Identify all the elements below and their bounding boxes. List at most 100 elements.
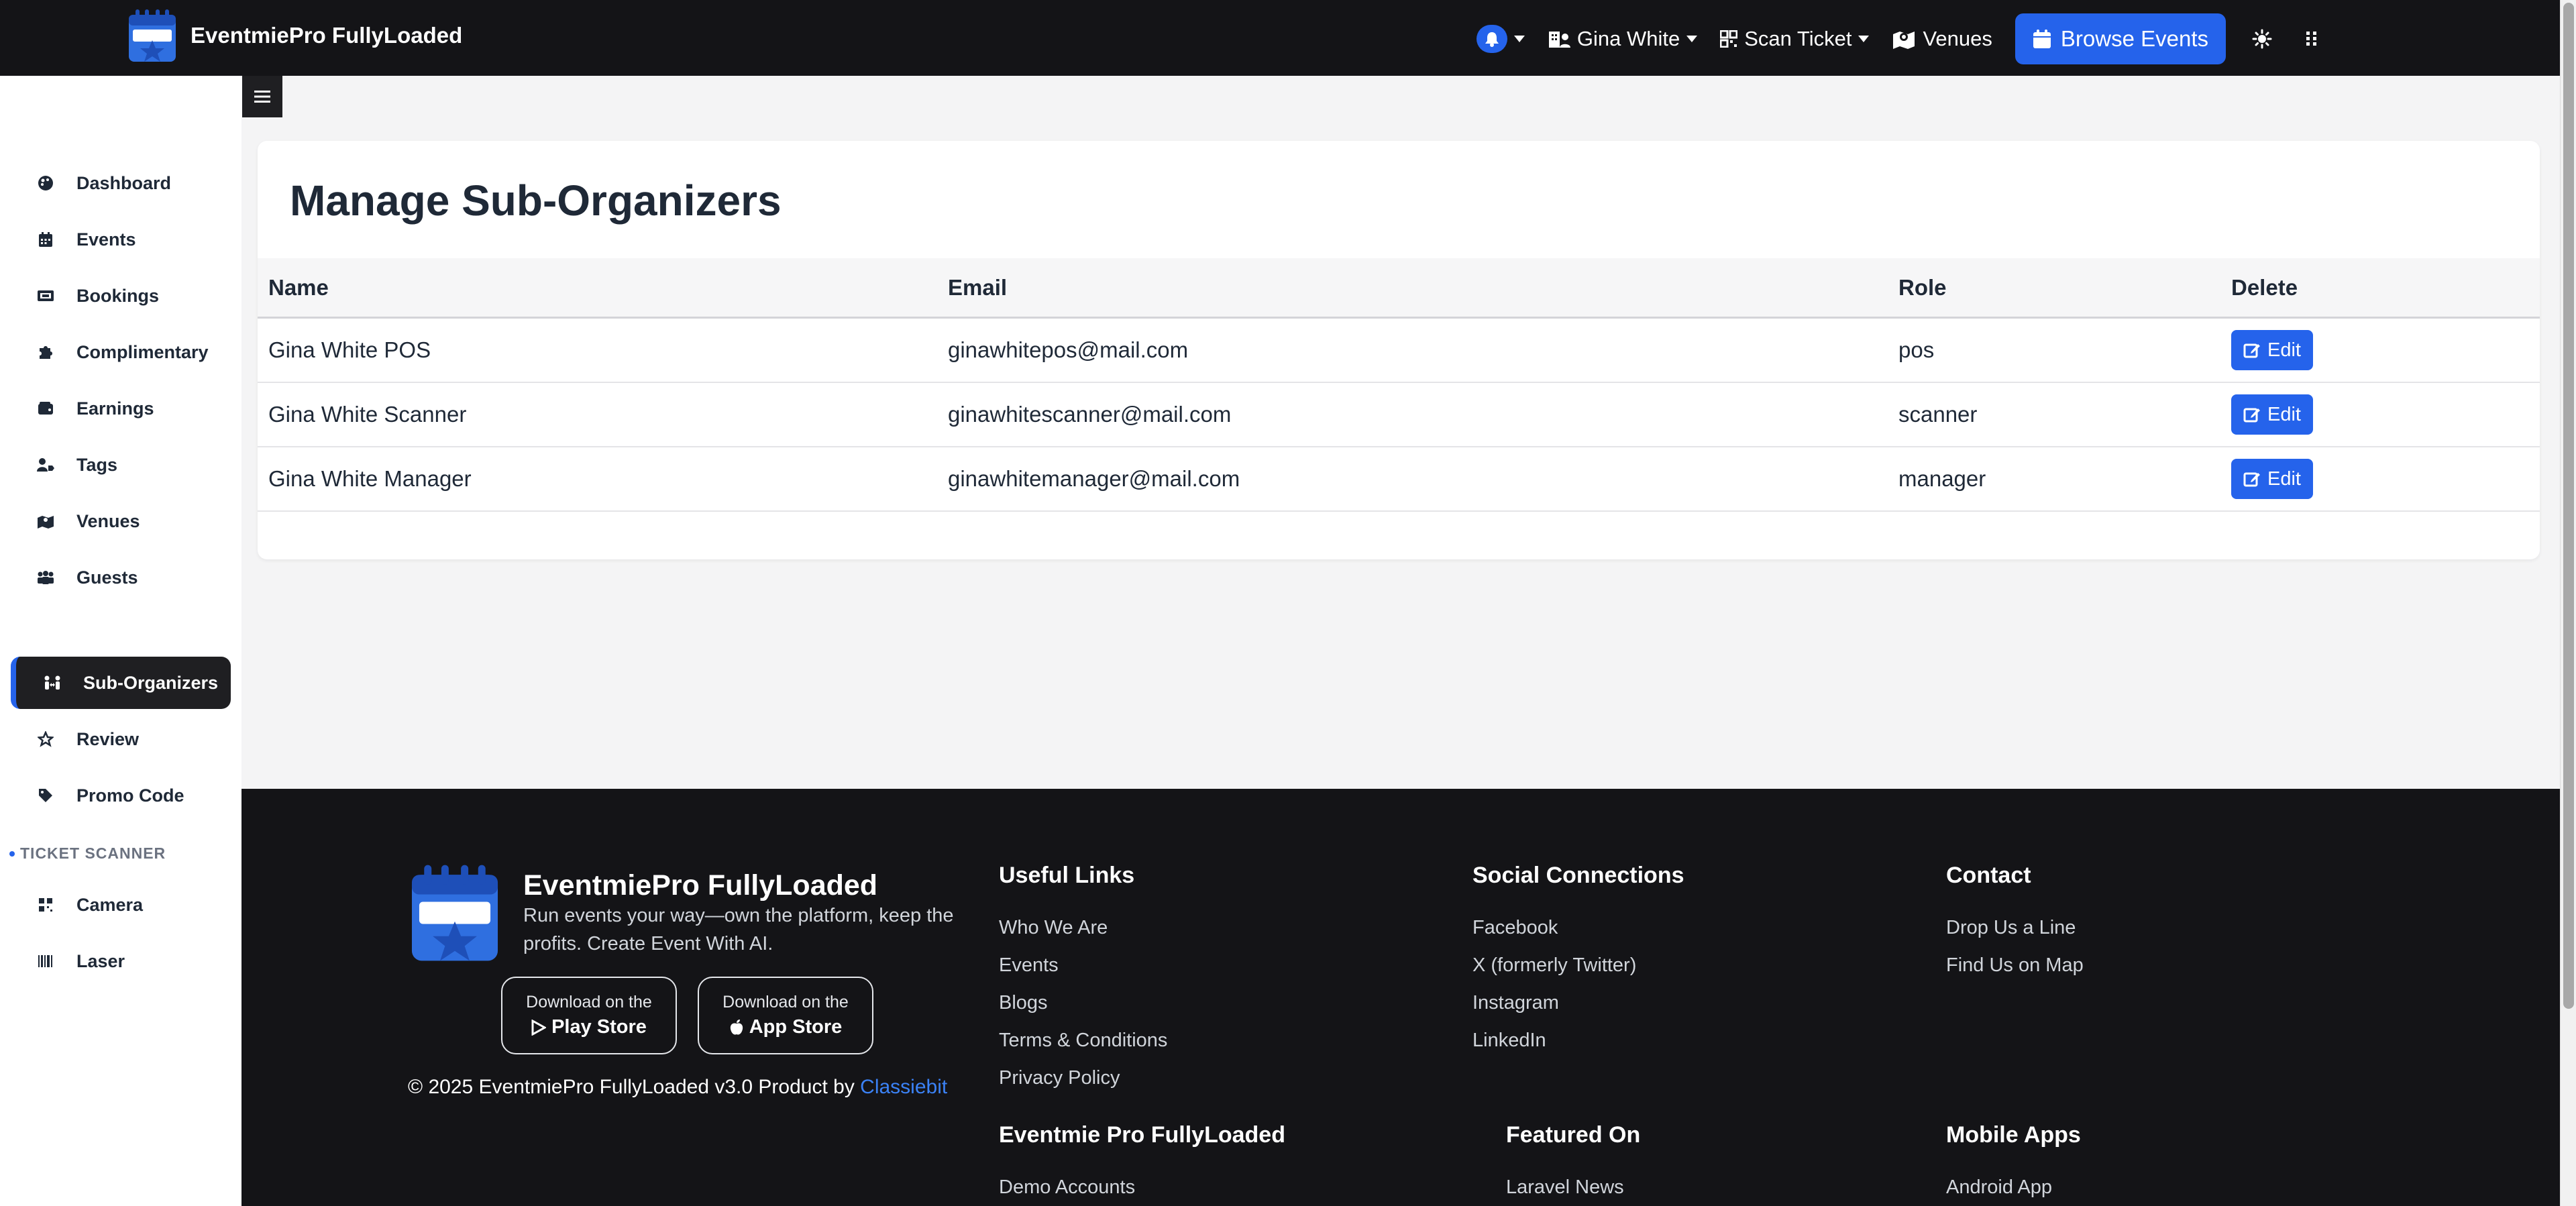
featured-on-heading: Featured On xyxy=(1506,1122,1641,1148)
sidebar-item-promo-code[interactable]: Promo Code xyxy=(11,769,231,822)
user-tag-icon xyxy=(36,455,55,474)
edit-button[interactable]: Edit xyxy=(2231,459,2313,499)
theme-toggle-button[interactable] xyxy=(2249,25,2275,52)
sidebar-item-review[interactable]: Review xyxy=(11,713,231,765)
sidebar-item-tags[interactable]: Tags xyxy=(11,439,231,491)
scrollbar-thumb[interactable] xyxy=(2563,3,2574,1009)
sidebar-toggle-button[interactable] xyxy=(242,76,282,117)
footer-link-facebook[interactable]: Facebook xyxy=(1472,909,1684,946)
sidebar-item-bookings[interactable]: Bookings xyxy=(11,270,231,322)
sidebar-item-laser[interactable]: Laser xyxy=(11,935,231,987)
classiebit-link[interactable]: Classiebit xyxy=(860,1076,947,1098)
user-dropdown[interactable]: Gina White xyxy=(1548,27,1698,51)
footer-link-instagram[interactable]: Instagram xyxy=(1472,984,1684,1022)
edit-icon xyxy=(2243,408,2260,423)
footer-logo-icon xyxy=(411,865,498,961)
browse-events-button[interactable]: Browse Events xyxy=(2015,13,2226,64)
puzzle-icon xyxy=(36,343,55,362)
apps-menu-button[interactable] xyxy=(2298,25,2325,52)
ticket-scanner-heading: TICKET SCANNER xyxy=(9,844,166,863)
social-connections-heading: Social Connections xyxy=(1472,863,1684,888)
sidebar-item-label: Events xyxy=(76,229,136,250)
table-row: Gina White Manager ginawhitemanager@mail… xyxy=(258,447,2540,512)
people-group-icon xyxy=(36,568,55,587)
ticket-scanner-heading-label: TICKET SCANNER xyxy=(20,844,166,862)
sidebar-item-label: Earnings xyxy=(76,398,154,419)
sidebar-item-label: Laser xyxy=(76,950,125,971)
copyright-text: © 2025 EventmiePro FullyLoaded v3.0 Prod… xyxy=(408,1076,855,1098)
footer-link-privacy[interactable]: Privacy Policy xyxy=(999,1059,1167,1097)
column-header-email: Email xyxy=(948,274,1008,300)
venues-label: Venues xyxy=(1923,27,1992,50)
tag-icon xyxy=(36,786,55,805)
app-store-label: App Store xyxy=(749,1016,843,1038)
sub-organizers-table: Name Email Role Delete Gina White POS gi… xyxy=(258,258,2540,512)
map-location-icon xyxy=(1893,32,1915,49)
column-header-name: Name xyxy=(268,274,329,300)
notifications-dropdown[interactable] xyxy=(1476,25,1525,53)
play-store-button[interactable]: Download on the Play Store xyxy=(501,977,677,1054)
sidebar-item-sub-organizers[interactable]: Sub-Organizers xyxy=(11,657,231,709)
sidebar-item-complimentary[interactable]: Complimentary xyxy=(11,326,231,378)
sidebar-item-dashboard[interactable]: Dashboard xyxy=(11,157,231,209)
bell-icon xyxy=(1476,25,1507,53)
browse-events-label: Browse Events xyxy=(2060,26,2208,51)
sun-icon xyxy=(2252,29,2272,49)
venues-link[interactable]: Venues xyxy=(1892,27,1992,51)
apple-icon xyxy=(730,1019,743,1035)
footer-link-events[interactable]: Events xyxy=(999,946,1167,984)
edit-label: Edit xyxy=(2267,403,2301,425)
footer-link-who-we-are[interactable]: Who We Are xyxy=(999,909,1167,946)
sidebar-item-label: Sub-Organizers xyxy=(83,672,219,693)
app-store-small-label: Download on the xyxy=(722,993,849,1011)
contact-heading: Contact xyxy=(1946,863,2031,888)
brand-link[interactable]: EventmiePro FullyLoaded xyxy=(127,8,462,63)
barcode-icon xyxy=(36,952,55,971)
footer-link-android-app[interactable]: Android App xyxy=(1946,1168,2081,1206)
footer-link-find-us-on-map[interactable]: Find Us on Map xyxy=(1946,946,2084,984)
scan-ticket-dropdown[interactable]: Scan Ticket xyxy=(1720,27,1870,51)
row-actions: Edit xyxy=(2231,383,2313,446)
footer-link-demo-accounts[interactable]: Demo Accounts xyxy=(999,1168,1285,1206)
footer-link-drop-us-a-line[interactable]: Drop Us a Line xyxy=(1946,909,2084,946)
page-scrollbar[interactable] xyxy=(2560,0,2576,1206)
hamburger-icon xyxy=(254,91,270,103)
footer-link-linkedin[interactable]: LinkedIn xyxy=(1472,1022,1684,1059)
star-icon xyxy=(36,730,55,749)
footer: EventmiePro FullyLoaded Run events your … xyxy=(241,789,2560,1206)
sidebar-item-label: Venues xyxy=(76,510,140,531)
row-email: ginawhitepos@mail.com xyxy=(948,337,1189,362)
ticket-icon xyxy=(36,286,55,305)
footer-mobile-links: Mobile Apps Android App xyxy=(1946,1122,2081,1206)
footer-featured-links: Featured On Laravel News xyxy=(1506,1122,1640,1206)
play-icon xyxy=(531,1019,547,1036)
edit-button[interactable]: Edit xyxy=(2231,330,2313,370)
column-header-role: Role xyxy=(1898,274,1947,300)
footer-link-x-twitter[interactable]: X (formerly Twitter) xyxy=(1472,946,1684,984)
sidebar-item-camera[interactable]: Camera xyxy=(11,879,231,931)
footer-link-laravel-news[interactable]: Laravel News xyxy=(1506,1168,1640,1206)
edit-button[interactable]: Edit xyxy=(2231,394,2313,435)
footer-link-blogs[interactable]: Blogs xyxy=(999,984,1167,1022)
sidebar-item-venues[interactable]: Venues xyxy=(11,495,231,547)
row-role: manager xyxy=(1898,466,1986,491)
navbar-actions: Gina White Scan Ticket Venues Browse Eve… xyxy=(1476,13,2325,64)
footer-tagline: Run events your way—own the platform, ke… xyxy=(523,905,954,954)
scan-ticket-label: Scan Ticket xyxy=(1744,27,1852,50)
row-name: Gina White Manager xyxy=(268,466,472,491)
eventmie-heading: Eventmie Pro FullyLoaded xyxy=(999,1122,1285,1148)
play-store-label: Play Store xyxy=(551,1016,647,1038)
footer-link-terms[interactable]: Terms & Conditions xyxy=(999,1022,1167,1059)
bullet-icon xyxy=(9,851,15,857)
sidebar-item-label: Promo Code xyxy=(76,785,184,806)
sidebar-item-guests[interactable]: Guests xyxy=(11,551,231,604)
mobile-apps-heading: Mobile Apps xyxy=(1946,1122,2081,1148)
app-store-button[interactable]: Download on the App Store xyxy=(698,977,873,1054)
page-title: Manage Sub-Organizers xyxy=(290,176,782,225)
sidebar-item-events[interactable]: Events xyxy=(11,213,231,266)
footer-brand-name: EventmiePro FullyLoaded xyxy=(523,869,878,901)
sidebar-item-earnings[interactable]: Earnings xyxy=(11,382,231,435)
sidebar-item-label: Guests xyxy=(76,567,138,588)
edit-icon xyxy=(2243,472,2260,487)
user-name-label: Gina White xyxy=(1576,27,1680,50)
